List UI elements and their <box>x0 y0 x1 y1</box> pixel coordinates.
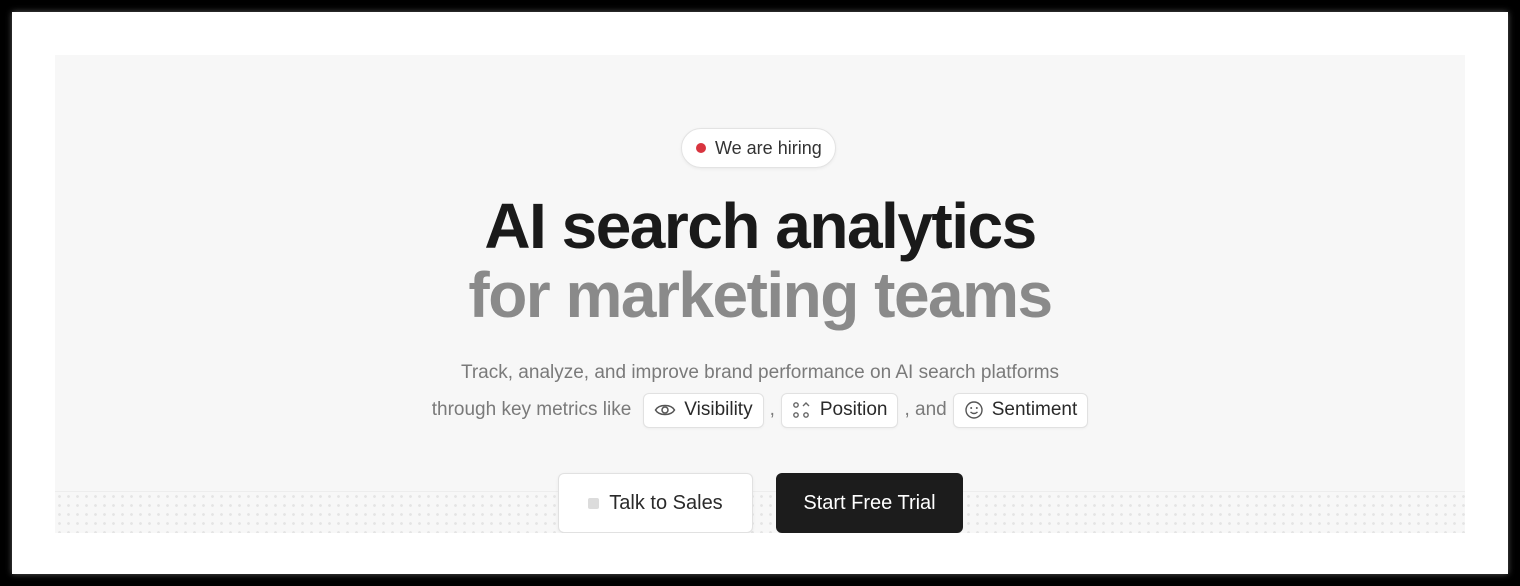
talk-to-sales-button[interactable]: Talk to Sales <box>558 473 753 533</box>
talk-to-sales-label: Talk to Sales <box>609 491 723 514</box>
square-icon <box>588 497 600 509</box>
subtitle-line-2: through key metrics like Visibility , Po… <box>55 392 1465 428</box>
dot-grid-background <box>55 491 1465 533</box>
subtitle-line-1: Track, analyze, and improve brand perfor… <box>460 362 1060 383</box>
subtitle-prefix: through key metrics like <box>431 399 632 420</box>
metric-chip-sentiment[interactable]: Sentiment <box>952 392 1089 428</box>
eye-icon <box>654 402 676 418</box>
position-icon <box>792 401 812 419</box>
and-separator: , and <box>904 399 947 420</box>
comma-separator: , <box>769 399 775 420</box>
screenshot-frame: We are hiring AI search analytics for ma… <box>12 12 1508 574</box>
metric-chip-label: Visibility <box>684 399 753 420</box>
hiring-badge[interactable]: We are hiring <box>681 128 836 168</box>
metric-chip-position[interactable]: Position <box>780 392 899 428</box>
hero-section: We are hiring AI search analytics for ma… <box>55 55 1465 533</box>
start-free-trial-label: Start Free Trial <box>803 491 936 514</box>
headline-secondary: for marketing teams <box>468 259 1053 331</box>
metric-chip-label: Position <box>819 399 888 420</box>
metric-chip-visibility[interactable]: Visibility <box>643 392 764 428</box>
headline-primary: AI search analytics <box>484 190 1037 262</box>
hiring-badge-label: We are hiring <box>715 137 822 158</box>
status-dot-icon <box>696 143 706 153</box>
smile-icon <box>964 400 984 420</box>
metric-chip-label: Sentiment <box>991 399 1078 420</box>
start-free-trial-button[interactable]: Start Free Trial <box>776 473 963 533</box>
